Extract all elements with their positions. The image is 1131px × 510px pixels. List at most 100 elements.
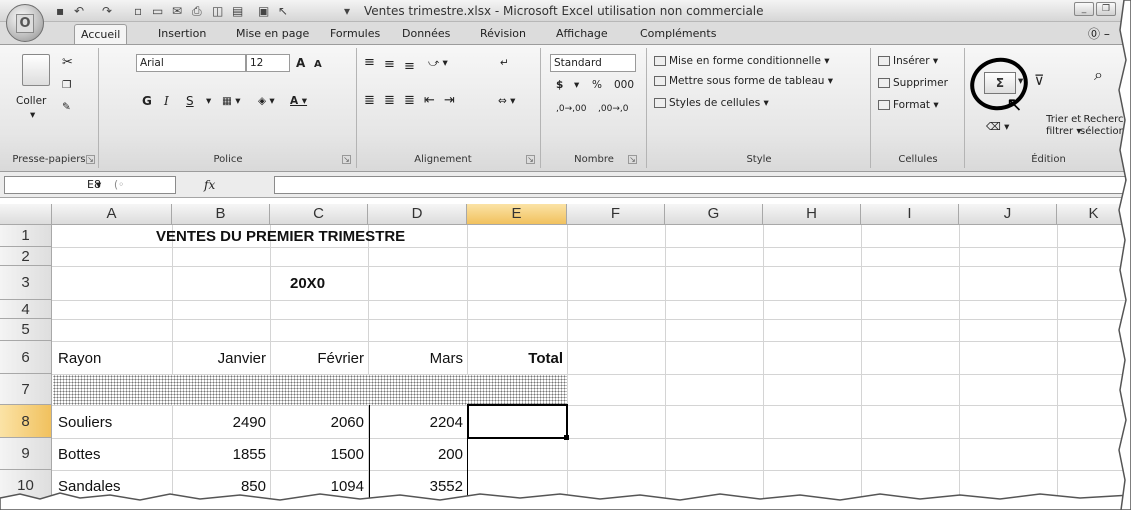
underline-dropdown-icon[interactable]: ▾ [206, 92, 211, 110]
paste-dropdown-icon[interactable]: ▾ [30, 106, 35, 124]
selected-cell-e8[interactable] [467, 404, 568, 439]
row-header-9[interactable]: 9 [0, 438, 52, 470]
font-size-select[interactable]: 12 [246, 54, 290, 72]
formula-input[interactable] [274, 176, 1126, 194]
redo-icon[interactable]: ↷ [102, 4, 112, 18]
thousands-button[interactable]: 000 [614, 76, 634, 94]
restore-button[interactable]: ❐ [1096, 2, 1116, 16]
column-header-e[interactable]: E [467, 204, 567, 225]
tab-formules[interactable]: Formules [324, 24, 386, 44]
insert-function-button[interactable]: fx [184, 176, 274, 194]
column-header-h[interactable]: H [763, 204, 861, 225]
email-icon[interactable]: ✉ [172, 4, 182, 18]
row-header-1[interactable]: 1 [0, 225, 52, 247]
column-header-f[interactable]: F [567, 204, 665, 225]
open-icon[interactable]: ▭ [152, 4, 163, 18]
shrink-font-icon[interactable]: A [314, 56, 322, 74]
cell-b9[interactable]: 1855 [172, 446, 266, 463]
row-header-5[interactable]: 5 [0, 319, 52, 341]
spelling-icon[interactable]: ▤ [232, 4, 243, 18]
decrease-indent-icon[interactable]: ⇤ [424, 92, 435, 110]
tab-accueil[interactable]: Accueil [74, 24, 128, 44]
decrease-decimal-button[interactable]: ,00→,0 [598, 100, 628, 118]
align-bottom-icon[interactable]: ≡ [404, 58, 415, 76]
align-center-icon[interactable]: ≣ [384, 92, 395, 110]
column-header-a[interactable]: A [52, 204, 172, 225]
orientation-icon[interactable]: ⤻ ▾ [428, 54, 448, 72]
cell-c9[interactable]: 1500 [270, 446, 364, 463]
row-header-7[interactable]: 7 [0, 374, 52, 405]
sort-filter-icon[interactable]: ⊽ [1034, 72, 1044, 90]
column-header-b[interactable]: B [172, 204, 270, 225]
cell-d8[interactable]: 2204 [368, 414, 463, 431]
name-box-dropdown-icon[interactable]: ▾ [96, 176, 101, 194]
qat-dropdown-icon[interactable]: ▾ [344, 4, 350, 18]
paste-icon[interactable] [22, 54, 50, 86]
increase-indent-icon[interactable]: ⇥ [444, 92, 455, 110]
font-color-icon[interactable]: A ▾ [290, 92, 307, 110]
align-top-icon[interactable]: ≡ [364, 54, 375, 72]
bold-button[interactable]: G [142, 92, 152, 110]
copy-icon[interactable]: ❐ [62, 76, 71, 94]
help-icon[interactable]: ⓪ – [1082, 24, 1116, 44]
borders-icon[interactable]: ▦ ▾ [222, 92, 241, 110]
column-header-j[interactable]: J [959, 204, 1057, 225]
quick-access-icon[interactable]: ▣ [258, 4, 269, 18]
column-header-i[interactable]: I [861, 204, 959, 225]
find-icon[interactable]: ⌕ [1094, 66, 1103, 84]
currency-dropdown-icon[interactable]: ▾ [574, 76, 579, 94]
pointer-icon[interactable]: ↖ [278, 4, 288, 18]
wrap-text-icon[interactable]: ↵ [500, 54, 509, 72]
delete-cells-button[interactable]: Supprimer [878, 74, 948, 92]
tab-mise-en-page[interactable]: Mise en page [230, 24, 315, 44]
cell-d9[interactable]: 200 [368, 446, 463, 463]
print-preview-icon[interactable]: ◫ [212, 4, 223, 18]
row-header-6[interactable]: 6 [0, 341, 52, 374]
column-header-g[interactable]: G [665, 204, 763, 225]
format-as-table-button[interactable]: Mettre sous forme de tableau ▾ [654, 72, 833, 90]
tab-insertion[interactable]: Insertion [152, 24, 212, 44]
name-box[interactable]: E8 [4, 176, 176, 194]
cell-c8[interactable]: 2060 [270, 414, 364, 431]
tab-donnees[interactable]: Données [396, 24, 456, 44]
column-header-c[interactable]: C [270, 204, 368, 225]
increase-decimal-button[interactable]: ,0→,00 [556, 100, 586, 118]
undo-icon[interactable]: ↶ [74, 4, 84, 18]
select-all-corner[interactable] [0, 204, 52, 225]
cell-styles-button[interactable]: Styles de cellules ▾ [654, 94, 769, 112]
underline-button[interactable]: S [186, 92, 194, 110]
insert-cells-button[interactable]: Insérer ▾ [878, 52, 938, 70]
cut-icon[interactable]: ✂ [62, 54, 73, 72]
tab-revision[interactable]: Révision [474, 24, 532, 44]
conditional-format-button[interactable]: Mise en forme conditionnelle ▾ [654, 52, 830, 70]
clear-icon[interactable]: ⌫ ▾ [986, 118, 1009, 136]
formula-cancel-icon[interactable]: (◦ [114, 176, 124, 194]
sort-filter-button[interactable]: Trier et filtrer ▾ [1046, 114, 1081, 138]
cell-b8[interactable]: 2490 [172, 414, 266, 431]
row-header-2[interactable]: 2 [0, 247, 52, 266]
alignment-launcher-icon[interactable]: ↘ [526, 155, 535, 164]
row-header-8[interactable]: 8 [0, 405, 52, 438]
save-icon[interactable]: ▪ [56, 4, 64, 18]
number-launcher-icon[interactable]: ↘ [628, 155, 637, 164]
fill-handle[interactable] [564, 435, 569, 440]
number-format-select[interactable]: Standard [550, 54, 636, 72]
currency-button[interactable]: $ [556, 76, 563, 94]
tab-complements[interactable]: Compléments [634, 24, 722, 44]
font-name-select[interactable]: Arial [136, 54, 246, 72]
format-cells-button[interactable]: Format ▾ [878, 96, 939, 114]
tab-affichage[interactable]: Affichage [550, 24, 614, 44]
row-header-3[interactable]: 3 [0, 266, 52, 300]
merge-center-icon[interactable]: ⇔ ▾ [498, 92, 515, 110]
italic-button[interactable]: I [164, 92, 169, 110]
align-middle-icon[interactable]: ≡ [384, 56, 395, 74]
font-launcher-icon[interactable]: ↘ [342, 155, 351, 164]
print-icon[interactable]: ⎙ [192, 4, 202, 18]
grow-font-icon[interactable]: A [296, 54, 305, 72]
fill-color-icon[interactable]: ◈ ▾ [258, 92, 275, 110]
office-button[interactable]: O [6, 4, 44, 42]
percent-button[interactable]: % [592, 76, 602, 94]
new-document-icon[interactable]: ▫ [134, 4, 142, 18]
clipboard-launcher-icon[interactable]: ↘ [86, 155, 95, 164]
align-left-icon[interactable]: ≣ [364, 92, 375, 110]
